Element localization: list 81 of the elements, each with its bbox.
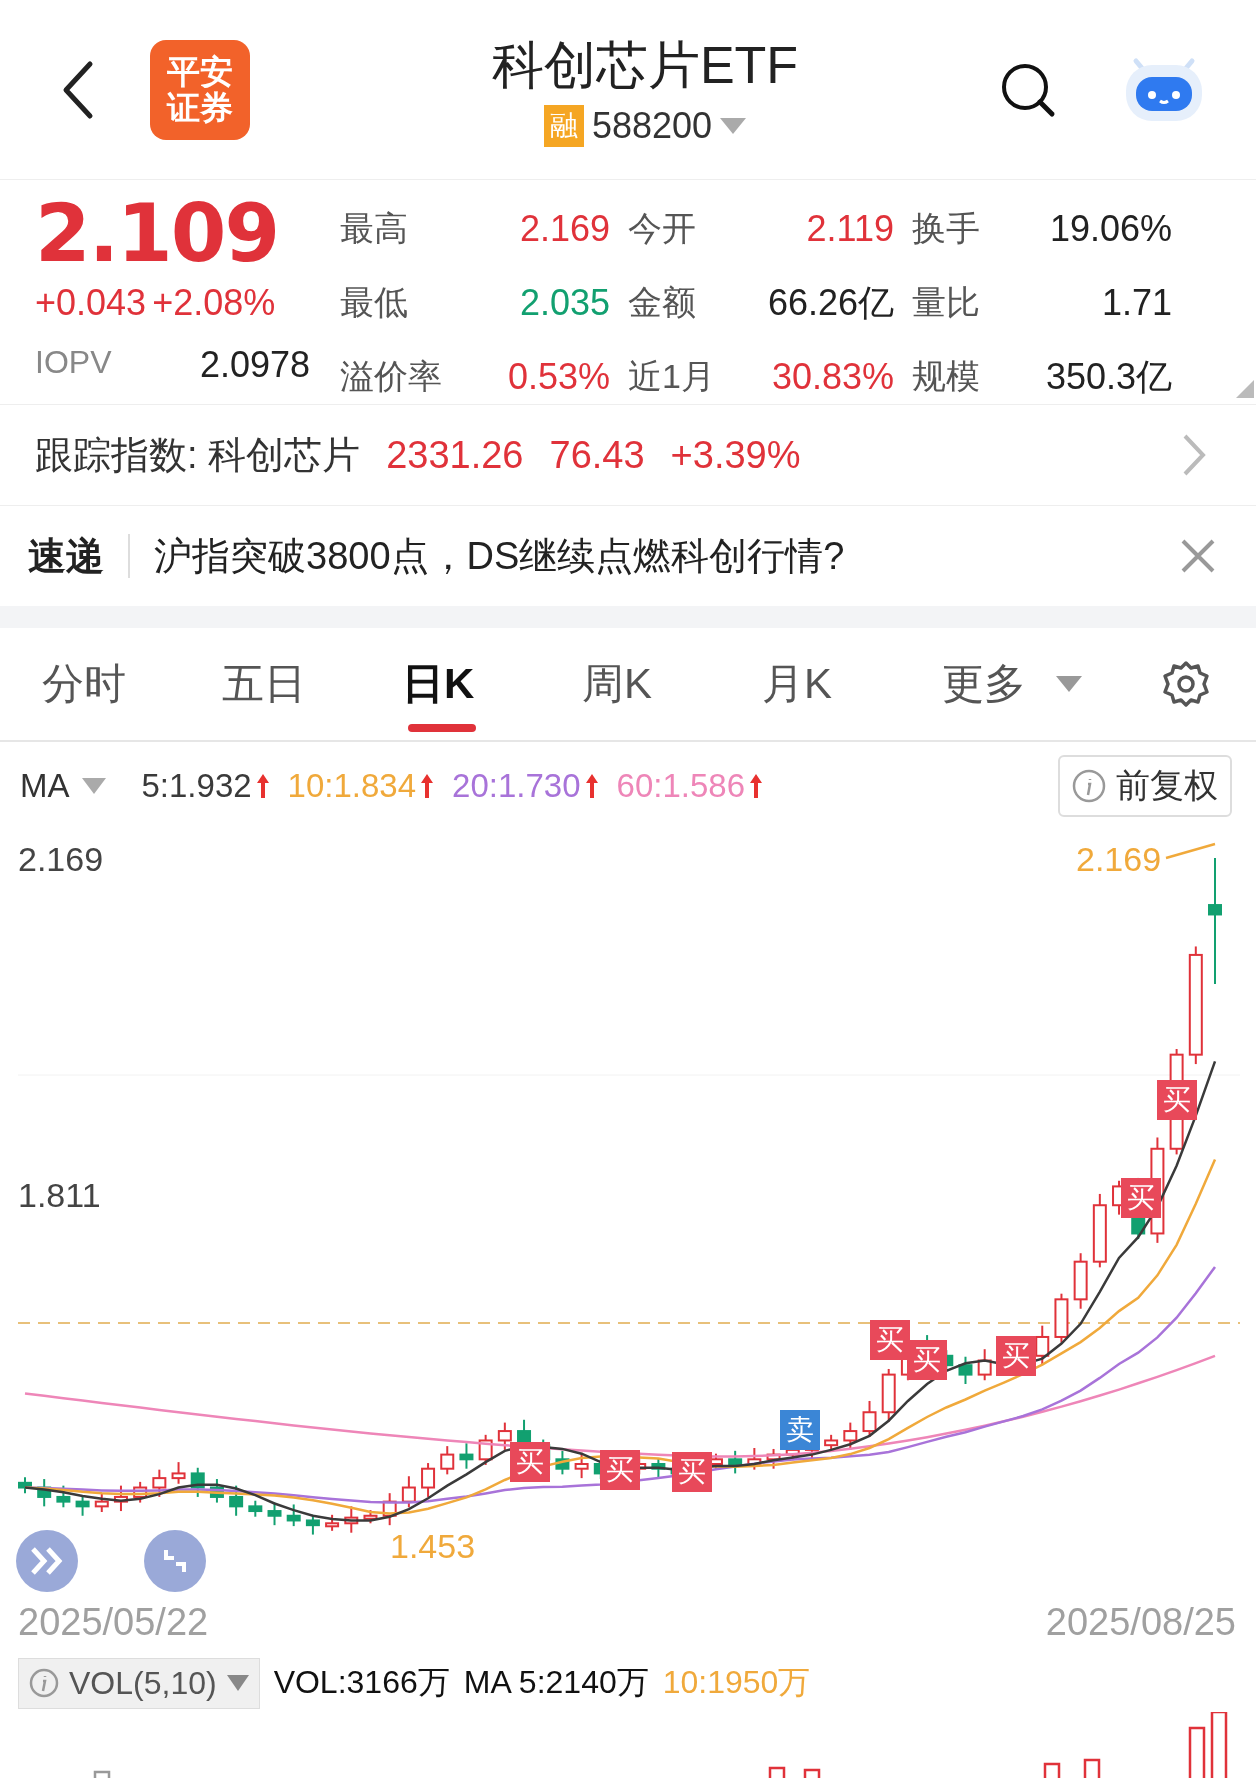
index-percent: +3.39%	[670, 433, 801, 477]
news-tag: 速递	[28, 530, 104, 582]
iopv-label: IOPV	[35, 344, 112, 382]
close-icon[interactable]	[1180, 538, 1216, 574]
index-change: 76.43	[549, 433, 645, 477]
stat-value: 350.3亿	[1044, 354, 1172, 399]
stat-label: 最高	[340, 208, 409, 249]
stat-label: 最低	[340, 282, 409, 323]
chevron-right-icon[interactable]	[1182, 433, 1206, 477]
signal-badge: 买	[870, 1320, 910, 1360]
search-icon[interactable]	[1000, 61, 1056, 118]
stat-label: 今开	[628, 208, 697, 249]
stat-value: 30.83%	[770, 356, 894, 398]
stat-label: 溢价率	[340, 356, 443, 397]
adjust-button[interactable]: 前复权	[1058, 755, 1232, 817]
stat-value: 2.035	[518, 282, 610, 324]
stat-value: 0.53%	[506, 356, 610, 398]
info-icon	[1072, 769, 1106, 803]
end-date: 2025/08/25	[1045, 1600, 1236, 1644]
stat-value: 19.06%	[1048, 208, 1172, 250]
volume-value: VOL:3166万	[273, 1663, 450, 1702]
signal-badge: 买	[907, 1340, 947, 1380]
chart-tab[interactable]: 周K	[582, 628, 762, 740]
corner-icon	[1236, 380, 1254, 398]
caret-icon[interactable]	[720, 117, 747, 134]
leader-line	[1165, 842, 1216, 860]
caret-icon	[81, 778, 106, 794]
signal-badge: 买	[1121, 1178, 1161, 1218]
chart-tab[interactable]: 月K	[762, 628, 942, 740]
low-price-label: 1.453	[390, 1527, 476, 1566]
stat-label: 换手	[912, 208, 981, 249]
ma-value: 5:1.932	[141, 767, 252, 805]
stat-label: 金额	[628, 282, 697, 323]
ma-value: 20:1.730	[452, 767, 581, 805]
price-change: +0.043	[35, 282, 147, 324]
chart-tab[interactable]: 日K	[402, 628, 582, 740]
up-arrow-icon	[584, 773, 599, 799]
high-price-label: 2.169	[1076, 840, 1162, 879]
info-icon	[29, 1668, 59, 1698]
signal-badge: 买	[996, 1336, 1036, 1376]
stock-code: 588200	[591, 104, 713, 147]
ma-value: 60:1.586	[616, 767, 745, 805]
percent-change: +2.08%	[152, 282, 276, 324]
double-chevron-icon	[30, 1546, 64, 1576]
stat-value: 2.119	[805, 208, 894, 250]
index-name: 跟踪指数: 科创芯片	[35, 432, 361, 478]
app-logo: 平安 证券	[150, 39, 250, 140]
signal-badge: 买	[1157, 1080, 1197, 1120]
indicator-selector[interactable]: MA	[20, 767, 106, 805]
stat-value: 2.169	[518, 208, 610, 250]
signal-badge: 卖	[780, 1410, 820, 1450]
stat-value: 1.71	[1100, 282, 1172, 324]
axis-label: 1.811	[18, 1176, 101, 1215]
chart-tab[interactable]: 更多	[942, 628, 1122, 740]
news-headline[interactable]: 沪指突破3800点，DS继续点燃科创行情?	[154, 530, 845, 582]
signal-badge: 买	[510, 1442, 550, 1482]
signal-badge: 买	[672, 1452, 712, 1492]
volume-ma: 10:1950万	[662, 1663, 811, 1702]
chart-tab[interactable]: 五日	[222, 628, 402, 740]
stat-value: 66.26亿	[766, 280, 894, 325]
index-value: 2331.26	[386, 433, 524, 477]
up-arrow-icon	[255, 773, 270, 799]
settings-icon[interactable]	[1162, 660, 1210, 708]
last-price: 2.109	[35, 192, 280, 276]
ma-value: 10:1.834	[287, 767, 417, 805]
caret-icon	[226, 1675, 249, 1691]
up-arrow-icon	[420, 773, 435, 799]
axis-label: 2.169	[18, 840, 104, 879]
stock-title: 科创芯片ETF	[491, 34, 799, 96]
indicator-selector[interactable]: VOL(5,10)	[18, 1657, 260, 1709]
signal-badge: 买	[600, 1450, 640, 1490]
stat-label: 近1月	[628, 356, 716, 397]
stat-label: 量比	[912, 282, 981, 323]
margin-badge: 融	[543, 104, 584, 147]
volume-ma: MA 5:2140万	[463, 1663, 649, 1702]
stat-label: 规模	[912, 356, 981, 397]
up-arrow-icon	[749, 773, 763, 799]
start-date: 2025/05/22	[18, 1600, 209, 1644]
caret-icon	[1056, 676, 1082, 692]
iopv-value: 2.0978	[199, 344, 310, 386]
chart-tab[interactable]: 分时	[42, 628, 222, 740]
